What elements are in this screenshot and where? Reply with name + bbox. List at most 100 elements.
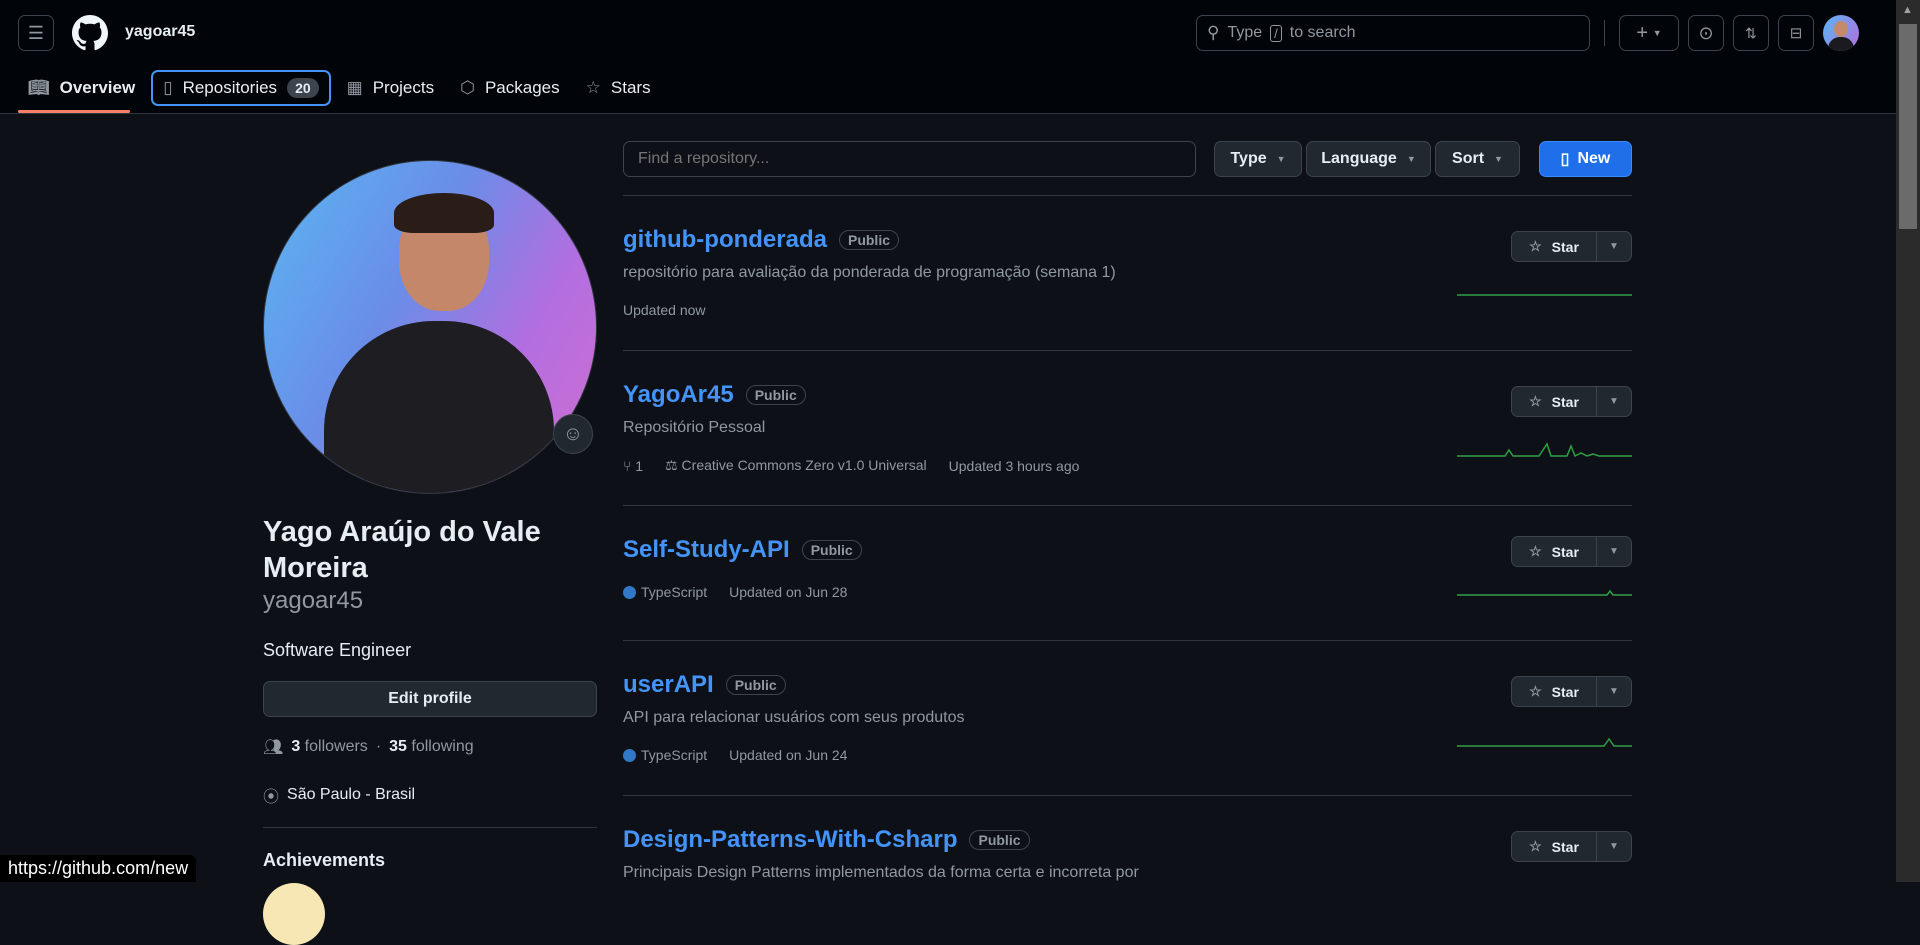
hamburger-icon: ☰ [27,22,45,43]
github-logo-icon[interactable] [72,15,108,51]
tab-repositories[interactable]: ▯ Repositories 20 [151,70,331,106]
star-icon: ☆ [1529,543,1542,559]
visibility-badge: Public [745,385,806,405]
repo-name-link[interactable]: Design-Patterns-With-Csharp [623,826,957,854]
achievements-heading: Achievements [263,850,386,870]
repo-item: YagoAr45 Public Repositório Pessoal ⑂ 1 ⚖ … [623,350,1632,505]
repo-language: TypeScript [641,584,708,600]
divider [1604,20,1605,46]
smiley-icon: ☺ [562,422,584,445]
visibility-badge: Public [725,675,786,695]
pull-requests-button[interactable]: ⇅ [1733,15,1769,51]
type-label: Type [1230,150,1267,167]
following-link[interactable]: 35 following [389,738,474,756]
star-button[interactable]: ☆ Star ▼ [1511,676,1632,707]
type-filter-button[interactable]: Type ▼ [1214,141,1302,177]
sort-filter-button[interactable]: Sort ▼ [1435,141,1520,177]
activity-sparkline [1457,294,1632,296]
caret-down-icon: ▼ [1609,686,1619,697]
repo-description: Principais Design Patterns implementados… [623,864,1139,881]
global-search[interactable]: ⚲ Type / to search [1196,15,1590,51]
issues-button[interactable]: ⊙ [1688,15,1724,51]
star-button[interactable]: ☆ Star ▼ [1511,831,1632,862]
visibility-badge: Public [838,230,899,250]
updated-time: Updated on Jun 28 [729,584,848,600]
visibility-badge: Public [801,540,862,560]
edit-profile-button[interactable]: Edit profile [263,681,597,717]
profile-fullname: Yago Araújo do Vale Moreira [263,516,541,584]
menu-button[interactable]: ☰ [18,15,54,51]
search-hint-suffix: to search [1289,24,1356,41]
tab-projects[interactable]: ▦ Projects [337,70,444,106]
scrollbar-thumb[interactable] [1899,24,1917,229]
star-icon: ☆ [1529,838,1542,854]
repo-name-link[interactable]: github-ponderada [623,226,827,254]
fork-icon: ⑂ [623,457,632,474]
caret-down-icon: ▼ [1609,396,1619,407]
star-label: Star [1551,838,1579,855]
caret-down-icon: ▼ [1609,546,1619,557]
tab-overview[interactable]: 📖︎ Overview [18,70,145,106]
star-button[interactable]: ☆ Star ▼ [1511,386,1632,417]
new-repository-button[interactable]: ▯ New [1539,141,1632,177]
issue-icon: ⊙ [1698,22,1714,43]
vertical-scrollbar[interactable]: ▲ [1896,0,1920,882]
language-color-dot [623,586,636,599]
set-status-button[interactable]: ☺ [553,414,593,454]
language-label: Language [1321,150,1397,167]
star-button[interactable]: ☆ Star ▼ [1511,231,1632,262]
tab-label: Packages [484,78,560,97]
repo-name-link[interactable]: YagoAr45 [623,381,734,409]
updated-time: Updated 3 hours ago [948,457,1080,474]
repo-icon: ▯ [163,78,173,97]
forks-link[interactable]: ⑂ 1 [623,458,643,474]
repo-name-link[interactable]: Self-Study-API [623,536,790,564]
caret-down-icon: ▼ [1276,154,1286,164]
law-icon: ⚖ [665,457,678,473]
followers-label: followers [304,738,368,755]
repo-item: Self-Study-API Public TypeScript Updated o… [623,505,1632,640]
location-text: São Paulo - Brasil [287,786,416,803]
profile-avatar[interactable] [263,160,597,494]
tab-packages[interactable]: ⬡ Packages [450,70,570,106]
repo-name-link[interactable]: userAPI [623,671,714,699]
find-repository-input[interactable] [623,141,1196,177]
caret-down-icon: ▼ [1609,841,1619,852]
star-button[interactable]: ☆ Star ▼ [1511,536,1632,567]
repo-meta: Updated now [623,302,1632,318]
star-list-dropdown[interactable]: ▼ [1597,387,1631,416]
achievement-badge[interactable] [263,883,325,945]
package-icon: ⬡ [460,78,475,97]
star-list-dropdown[interactable]: ▼ [1597,232,1631,261]
caret-down-icon: ▼ [1406,154,1416,164]
table-icon: ▦ [346,78,363,97]
fork-count: 1 [635,457,644,474]
visibility-badge: Public [969,830,1030,850]
user-avatar-button[interactable] [1823,15,1859,51]
tab-label: Overview [59,78,136,97]
repo-icon: ▯ [1560,151,1570,168]
create-new-button[interactable]: + ▼ [1619,15,1679,51]
repo-meta: ⑂ 1 ⚖ Creative Commons Zero v1.0 Universa… [623,457,1632,474]
followers-link[interactable]: 3 followers [291,738,368,756]
tab-stars[interactable]: ☆ Stars [576,70,661,106]
star-list-dropdown[interactable]: ▼ [1597,677,1631,706]
repo-language: TypeScript [641,747,708,763]
tab-label: Projects [372,78,435,97]
star-list-dropdown[interactable]: ▼ [1597,537,1631,566]
star-list-dropdown[interactable]: ▼ [1597,832,1631,861]
language-filter-button[interactable]: Language ▼ [1306,141,1431,177]
updated-time: Updated on Jun 24 [729,747,848,763]
follow-stats: 👥︎ 3 followers · 35 following [263,737,597,757]
star-icon: ☆ [1529,393,1542,409]
header-username[interactable]: yagoar45 [125,23,195,41]
activity-sparkline [1457,442,1632,458]
activity-sparkline [1457,737,1632,747]
scroll-up-arrow-icon[interactable]: ▲ [1902,4,1913,16]
repo-item: userAPI Public API para relacionar usuári… [623,640,1632,795]
pull-request-icon: ⇅ [1745,24,1757,41]
repo-item: Design-Patterns-With-Csharp Public Princi… [623,795,1632,915]
repo-count-badge: 20 [287,78,319,98]
star-label: Star [1551,393,1579,410]
inbox-button[interactable]: ⊟ [1778,15,1814,51]
